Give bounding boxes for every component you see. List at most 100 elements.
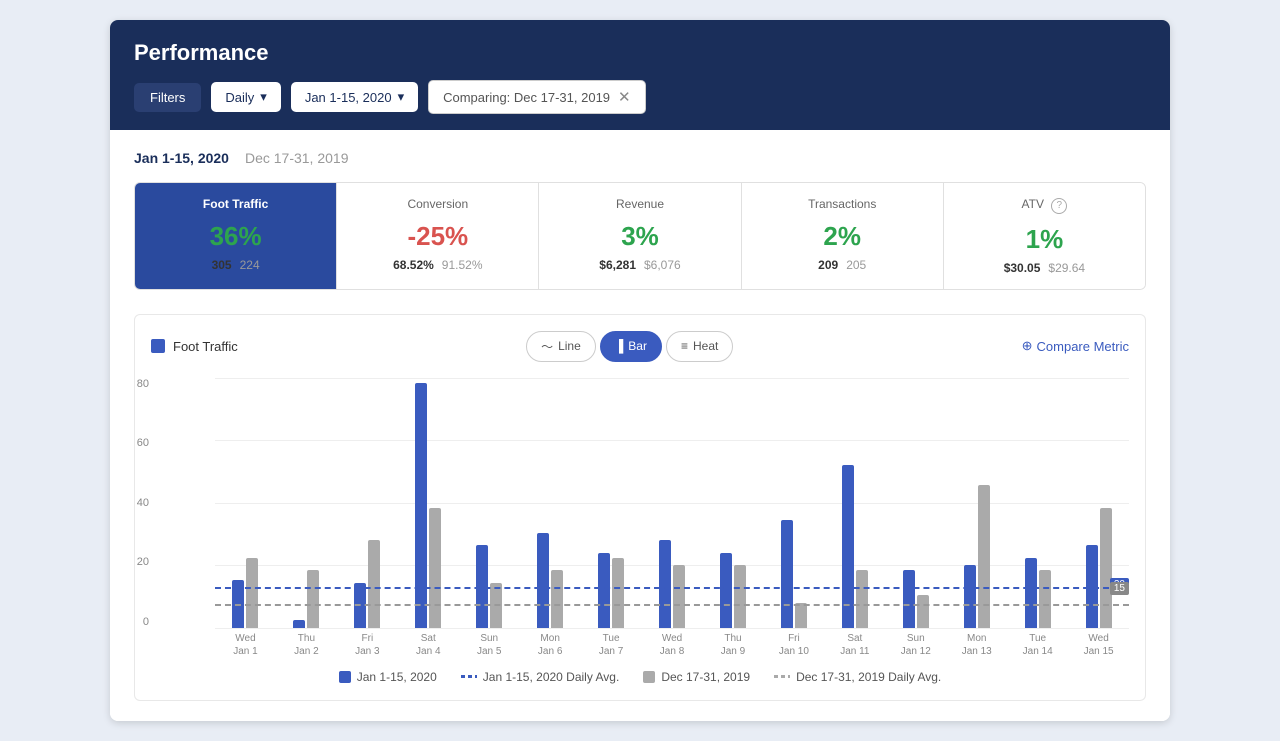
line-icon: 〜 (541, 338, 553, 355)
chart-area: 20 15 WedJan 1ThuJan 2FriJan 3SatJan 4Su… (215, 378, 1129, 658)
x-label: FriJan 3 (337, 628, 398, 658)
metric-foot-traffic[interactable]: Foot Traffic 36% 305 224 (135, 183, 337, 289)
x-axis: WedJan 1ThuJan 2FriJan 3SatJan 4SunJan 5… (215, 628, 1129, 658)
bar-blue (903, 570, 915, 628)
metric-transactions[interactable]: Transactions 2% 209 205 (742, 183, 944, 289)
metrics-row: Foot Traffic 36% 305 224 Conversion -25%… (134, 182, 1146, 290)
content: Jan 1-15, 2020 Dec 17-31, 2019 Foot Traf… (110, 130, 1170, 721)
chart-type-buttons: 〜 Line ▐ Bar ≡ Heat (526, 331, 733, 362)
bar-group (1007, 378, 1068, 628)
chart-section: Foot Traffic 〜 Line ▐ Bar ≡ Heat (134, 314, 1146, 701)
bar-group (337, 378, 398, 628)
bar-group (520, 378, 581, 628)
chart-wrapper: 80 60 40 20 0 (151, 378, 1129, 658)
legend-dec-solid: Dec 17-31, 2019 (643, 670, 750, 684)
x-label: TueJan 7 (581, 628, 642, 658)
date-range-dropdown[interactable]: Jan 1-15, 2020 ▾ (291, 82, 418, 112)
bar-gray (673, 565, 685, 628)
x-label: SunJan 12 (885, 628, 946, 658)
bar-group (642, 378, 703, 628)
x-label: ThuJan 9 (703, 628, 764, 658)
chart-type-line[interactable]: 〜 Line (526, 331, 596, 362)
metric-sub: 68.52% 91.52% (353, 258, 522, 272)
chart-type-bar[interactable]: ▐ Bar (600, 331, 662, 362)
header: Performance Filters Daily ▾ Jan 1-15, 20… (110, 20, 1170, 130)
header-controls: Filters Daily ▾ Jan 1-15, 2020 ▾ Compari… (134, 80, 1146, 114)
plus-circle-icon: ⊕ (1022, 338, 1033, 354)
close-compare-icon[interactable]: ✕ (618, 88, 631, 106)
metric-title: Conversion (353, 197, 522, 211)
bar-gray (307, 570, 319, 628)
x-label: ThuJan 2 (276, 628, 337, 658)
compare-metric-button[interactable]: ⊕ Compare Metric (1022, 338, 1129, 354)
metric-value: 1% (960, 224, 1129, 255)
bar-group (276, 378, 337, 628)
bar-group (824, 378, 885, 628)
bar-gray (734, 565, 746, 628)
metric-conversion[interactable]: Conversion -25% 68.52% 91.52% (337, 183, 539, 289)
bar-gray (917, 595, 929, 628)
bar-blue (415, 383, 427, 628)
daily-dropdown[interactable]: Daily ▾ (211, 82, 280, 112)
bar-group (946, 378, 1007, 628)
bar-group (703, 378, 764, 628)
chart-type-heat[interactable]: ≡ Heat (666, 331, 733, 362)
chart-header: Foot Traffic 〜 Line ▐ Bar ≡ Heat (151, 331, 1129, 362)
filters-button[interactable]: Filters (134, 83, 201, 112)
date-labels: Jan 1-15, 2020 Dec 17-31, 2019 (134, 150, 1146, 166)
legend-dec-daily-avg: Dec 17-31, 2019 Daily Avg. (774, 670, 941, 684)
bar-icon: ▐ (615, 339, 624, 353)
legend-box-icon (151, 339, 165, 353)
bar-blue (537, 533, 549, 628)
bar-blue (781, 520, 793, 628)
legend-dashed-blue-icon (461, 675, 477, 678)
x-label: WedJan 1 (215, 628, 276, 658)
metric-title: Transactions (758, 197, 927, 211)
bars-container (215, 378, 1129, 628)
metric-title: ATV ? (960, 197, 1129, 214)
bar-gray (612, 558, 624, 628)
y-axis: 80 60 40 20 0 (121, 378, 149, 628)
primary-date-label: Jan 1-15, 2020 (134, 150, 229, 166)
metric-sub: 209 205 (758, 258, 927, 272)
x-label: SatJan 4 (398, 628, 459, 658)
bar-gray (795, 603, 807, 628)
legend-dashed-gray-icon (774, 675, 790, 678)
bar-gray (856, 570, 868, 628)
bar-group (581, 378, 642, 628)
bar-blue (964, 565, 976, 628)
secondary-date-label: Dec 17-31, 2019 (245, 150, 349, 166)
metric-title: Revenue (555, 197, 724, 211)
legend-jan-daily-avg: Jan 1-15, 2020 Daily Avg. (461, 670, 620, 684)
metric-revenue[interactable]: Revenue 3% $6,281 $6,076 (539, 183, 741, 289)
metric-value: 3% (555, 221, 724, 252)
bar-group (885, 378, 946, 628)
bar-group (215, 378, 276, 628)
bar-blue (720, 553, 732, 628)
x-label: SunJan 5 (459, 628, 520, 658)
bar-gray (1100, 508, 1112, 628)
bar-blue (598, 553, 610, 628)
bar-group (459, 378, 520, 628)
x-label: TueJan 14 (1007, 628, 1068, 658)
heat-icon: ≡ (681, 339, 688, 353)
metric-atv[interactable]: ATV ? 1% $30.05 $29.64 (944, 183, 1145, 289)
metric-value: 36% (151, 221, 320, 252)
main-container: Performance Filters Daily ▾ Jan 1-15, 20… (110, 20, 1170, 721)
x-label: SatJan 11 (824, 628, 885, 658)
compare-button[interactable]: Comparing: Dec 17-31, 2019 ✕ (428, 80, 646, 114)
legend-jan-solid: Jan 1-15, 2020 (339, 670, 437, 684)
bar-blue (1025, 558, 1037, 628)
x-label: MonJan 13 (946, 628, 1007, 658)
bar-blue (659, 540, 671, 628)
bar-gray (368, 540, 380, 628)
metric-value: -25% (353, 221, 522, 252)
bar-gray (429, 508, 441, 628)
metric-sub: 305 224 (151, 258, 320, 272)
metric-value: 2% (758, 221, 927, 252)
metric-sub: $6,281 $6,076 (555, 258, 724, 272)
x-label: FriJan 10 (763, 628, 824, 658)
bar-blue (293, 620, 305, 628)
legend-blue-box-icon (339, 671, 351, 683)
legend-gray-box-icon (643, 671, 655, 683)
